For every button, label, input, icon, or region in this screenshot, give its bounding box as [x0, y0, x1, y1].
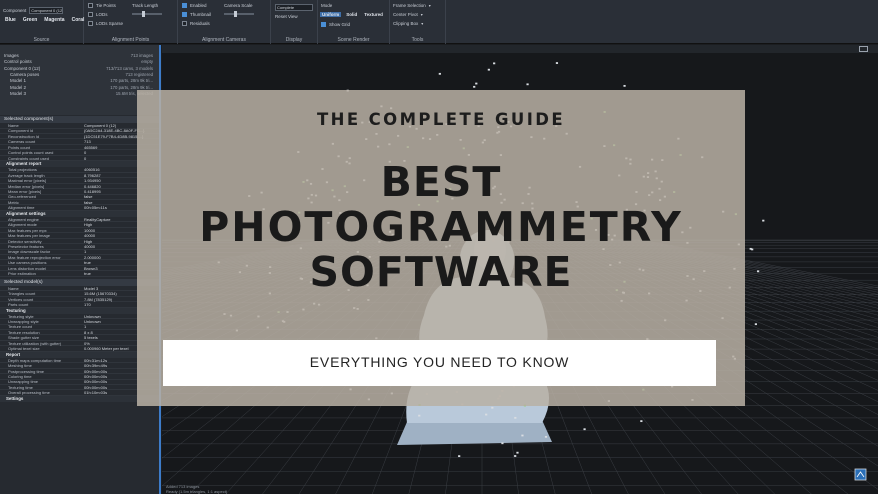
- alignment-cameras-group-label: Alignment Cameras: [202, 37, 246, 43]
- frame-selection-button[interactable]: Frame Selection: [393, 3, 426, 8]
- tree-item[interactable]: Camera poses: [10, 72, 39, 77]
- card-subtitle: THE COMPLETE GUIDE: [316, 110, 566, 129]
- alignment-points-group-label: Alignment Points: [111, 37, 150, 43]
- card-banner-text: EVERYTHING YOU NEED TO KNOW: [309, 354, 570, 370]
- lods-label: LODs: [96, 12, 108, 17]
- property-row: Prior estimation true: [0, 271, 159, 277]
- tie-points-checkbox[interactable]: [88, 3, 93, 8]
- camera-scale-slider[interactable]: [224, 11, 254, 17]
- ribbon-toolbar: Component Component 0 (12) Blue Green Mage…: [0, 0, 878, 44]
- tree-item-value: 713 images: [130, 53, 153, 58]
- render-mode-solid[interactable]: Solid: [344, 12, 359, 17]
- scene-render-group-label: Scene Render: [337, 37, 370, 43]
- mode-label: Mode: [321, 3, 333, 8]
- section-header[interactable]: Selected model(s): [0, 278, 159, 286]
- residuals-checkbox[interactable]: [182, 21, 187, 26]
- tools-group-label: Tools: [411, 37, 424, 43]
- tree-item-value: empty: [141, 59, 153, 65]
- clipping-box-button[interactable]: Clipping Box: [393, 21, 418, 26]
- display-group: Complete Reset View Display: [271, 0, 318, 44]
- tree-item-value: 713/713 cams, 3 models: [106, 65, 153, 71]
- alignment-points-group: Tie Points LODs LODs Sparse Track Length…: [84, 0, 178, 44]
- track-length-slider[interactable]: [132, 11, 162, 17]
- show-grid-label: Show Grid: [329, 22, 351, 27]
- status-bar: Added 713 images Ready (1.5m triangles, …: [162, 484, 878, 494]
- display-group-label: Display: [285, 37, 303, 43]
- tree-item[interactable]: Model 3: [10, 91, 26, 96]
- tree-item-value: 170 parts, 28m 9k tri...: [110, 78, 153, 84]
- tree-item-value: 170 parts, 28m 9k tri...: [110, 84, 153, 90]
- display-dropdown[interactable]: Complete: [275, 4, 313, 11]
- residuals-label: Residuals: [190, 21, 210, 26]
- subsection-header[interactable]: Settings: [0, 395, 159, 402]
- chevron-down-icon: ▾: [428, 3, 431, 8]
- scene-render-group: Mode Uniform Solid Textured Show Grid Scen…: [318, 0, 390, 44]
- source-group-label: Source: [33, 37, 50, 43]
- section-header[interactable]: Selected component(s): [0, 116, 159, 123]
- center-pivot-button[interactable]: Center Pivot: [393, 12, 418, 17]
- show-grid-checkbox[interactable]: [321, 22, 326, 27]
- lods-sparse-checkbox[interactable]: [88, 21, 93, 26]
- color-chip-blue[interactable]: Blue: [3, 17, 18, 23]
- tree-item[interactable]: Component 0 (12): [4, 66, 40, 71]
- tree-item-value: 713 registered: [125, 71, 153, 77]
- alignment-cameras-group: Enabled Thumbnail Residuals Camera Scale…: [178, 0, 271, 44]
- component-dropdown[interactable]: Component 0 (12): [29, 7, 64, 14]
- reset-view-button[interactable]: Reset View: [275, 14, 298, 19]
- thumbnail-label: Thumbnail: [190, 12, 212, 17]
- lods-sparse-label: LODs Sparse: [96, 21, 124, 26]
- track-length-label: Track Length: [132, 3, 159, 8]
- tree-item[interactable]: Images: [4, 53, 19, 58]
- card-banner: EVERYTHING YOU NEED TO KNOW: [163, 340, 716, 386]
- tree-item[interactable]: Model 1: [10, 78, 26, 83]
- navigation-cube-icon[interactable]: [854, 468, 867, 481]
- lods-checkbox[interactable]: [88, 12, 93, 17]
- tools-group: Frame Selection ▾ Center Pivot ▾ Clipping …: [390, 0, 446, 44]
- tree-item[interactable]: Model 2: [10, 85, 26, 90]
- render-mode-uniform[interactable]: Uniform: [320, 12, 342, 17]
- color-chip-magenta[interactable]: Magenta: [42, 17, 66, 23]
- tree-item[interactable]: Control points: [4, 59, 32, 64]
- property-key: Prior estimation: [8, 271, 36, 277]
- card-title-line-3: SOFTWARE: [309, 248, 573, 296]
- thumbnail-checkbox[interactable]: [182, 12, 187, 17]
- card-title-line-1: BEST: [380, 158, 502, 206]
- chevron-down-icon: ▾: [421, 21, 424, 26]
- color-chip-green[interactable]: Green: [21, 17, 39, 23]
- enabled-checkbox[interactable]: [182, 3, 187, 8]
- enabled-label: Enabled: [190, 3, 207, 8]
- property-value: true: [84, 271, 91, 277]
- chevron-down-icon: ▾: [420, 12, 423, 17]
- tie-points-label: Tie Points: [96, 3, 116, 8]
- project-tree: Images 713 images Control points empty Compo…: [0, 45, 159, 115]
- article-title-card: THE COMPLETE GUIDE BEST PHOTOGRAMMETRY S…: [137, 90, 745, 406]
- component-label: Component: [3, 8, 27, 13]
- camera-scale-label: Camera Scale: [224, 3, 253, 8]
- status-line-2: Ready (1.5m triangles, 1:1 aspect): [166, 489, 228, 494]
- source-group: Component Component 0 (12) Blue Green Mage…: [0, 0, 84, 44]
- render-mode-textured[interactable]: Textured: [362, 12, 385, 17]
- card-title-line-2: PHOTOGRAMMETRY: [199, 203, 683, 251]
